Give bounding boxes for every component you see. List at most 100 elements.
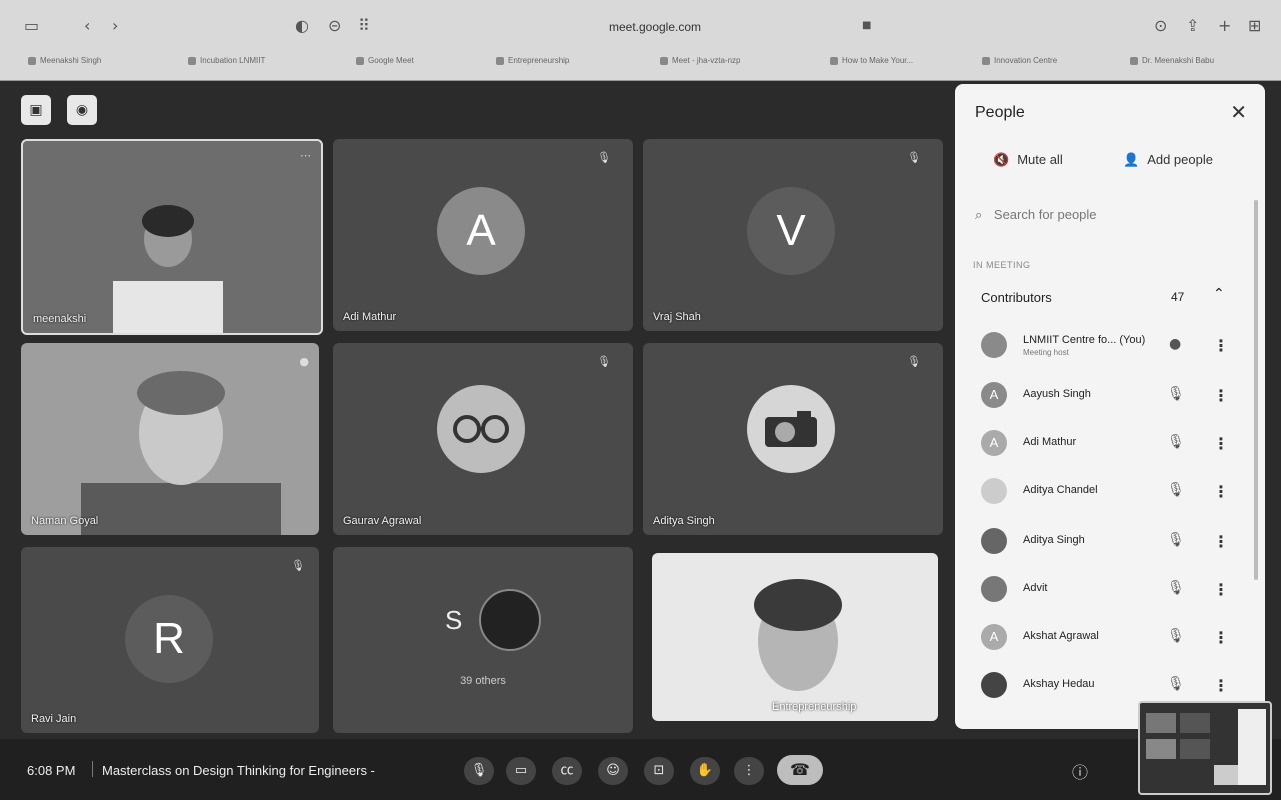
participant-video: [738, 573, 858, 721]
address-bar[interactable]: meet.google.com: [560, 20, 750, 34]
more-icon[interactable]: ⋮: [1213, 628, 1229, 647]
mic-off-icon[interactable]: 🎙: [1167, 676, 1185, 692]
participant-name: Vraj Shah: [653, 311, 701, 323]
info-icon[interactable]: ⓘ: [1072, 759, 1088, 783]
search-box[interactable]: ⌕: [975, 206, 1245, 228]
participant-tile[interactable]: A 🎙 Adi Mathur: [333, 139, 633, 331]
mic-off-icon: 🎙: [597, 355, 611, 368]
participant-tile[interactable]: 🎙 Gaurav Agrawal: [333, 343, 633, 535]
bookmark-item[interactable]: Dr. Meenakshi Babu: [1130, 56, 1214, 65]
mic-off-icon[interactable]: 🎙: [1167, 482, 1185, 498]
camera-indicator-icon: ■: [862, 20, 872, 31]
self-view-thumbnail[interactable]: [1138, 701, 1272, 795]
more-icon[interactable]: ⋯: [300, 149, 311, 162]
chevron-up-icon[interactable]: ⌃: [1213, 286, 1225, 302]
section-label: IN MEETING: [973, 260, 1031, 270]
others-count: 39 others: [460, 675, 506, 687]
participant-tile[interactable]: ● Naman Goyal: [21, 343, 319, 535]
participant-tile[interactable]: 🎙 Aditya Singh: [643, 343, 943, 535]
hangup-icon[interactable]: ☎: [777, 755, 823, 785]
mic-off-icon[interactable]: 🎙: [1167, 434, 1185, 450]
thumb-panel: [1238, 709, 1266, 785]
mic-off-icon[interactable]: 🎙: [1167, 580, 1185, 596]
list-item[interactable]: A Adi Mathur 🎙 ⋮: [955, 422, 1265, 468]
browser-chrome: ▭ ‹ › ◐ ⊝ ⠿ meet.google.com ■ ⊙ ⇪ + ⊞ Me…: [0, 0, 1281, 81]
hand-icon[interactable]: ✋: [690, 757, 720, 785]
more-icon[interactable]: ⋮: [1213, 580, 1229, 599]
mic-icon[interactable]: 🎙: [464, 757, 494, 785]
list-item[interactable]: A Aayush Singh 🎙 ⋮: [955, 374, 1265, 420]
sidebar-icon[interactable]: ▭: [24, 18, 39, 34]
download-icon[interactable]: ⊙: [1154, 18, 1167, 34]
others-tile[interactable]: S 39 others: [333, 547, 633, 733]
participant-tile[interactable]: R 🎙 Ravi Jain: [21, 547, 319, 733]
list-item[interactable]: Aditya Singh 🎙 ⋮: [955, 520, 1265, 566]
panel-scrollbar[interactable]: [1254, 200, 1258, 580]
avatar: A: [981, 624, 1007, 650]
bookmark-item[interactable]: Entrepreneurship: [496, 56, 569, 65]
forward-icon[interactable]: ›: [112, 18, 118, 34]
group-count: 47: [1171, 290, 1185, 304]
contributors-group[interactable]: Contributors 47 ⌃: [955, 280, 1265, 316]
avatar: [981, 332, 1007, 358]
more-icon[interactable]: ⋮: [1213, 482, 1229, 501]
participant-tile[interactable]: meenakshi ⋯: [21, 139, 323, 335]
bookmark-item[interactable]: Meet - jha-vzta-nzp: [660, 56, 740, 65]
add-people-button[interactable]: 👤 Add people: [1123, 152, 1213, 168]
extension-icon[interactable]: ⊝: [328, 18, 341, 34]
avatar: A: [981, 430, 1007, 456]
more-options-icon[interactable]: ●: [1169, 336, 1181, 352]
bookmark-item[interactable]: Innovation Centre: [982, 56, 1057, 65]
mic-off-icon: 🎙: [907, 355, 921, 368]
share-icon[interactable]: ⇪: [1186, 18, 1199, 34]
person-name: Adi Mathur: [1023, 436, 1077, 448]
bookmark-item[interactable]: Incubation LNMIIT: [188, 56, 265, 65]
participant-tile[interactable]: V 🎙 Vraj Shah: [643, 139, 943, 331]
more-icon[interactable]: ⋮: [1213, 336, 1229, 355]
search-input[interactable]: [991, 206, 1216, 223]
thumb-tile: [1180, 739, 1210, 759]
record-icon[interactable]: ◉: [67, 95, 97, 125]
more-icon[interactable]: ⋮: [1213, 676, 1229, 695]
present-icon[interactable]: ⊡: [644, 757, 674, 785]
more-icon[interactable]: ⋮: [734, 757, 764, 785]
camera-off-icon[interactable]: ▣: [21, 95, 51, 125]
shield-icon[interactable]: ◐: [295, 18, 309, 34]
person-name: Akshat Agrawal: [1023, 630, 1099, 642]
participant-tile[interactable]: Entrepreneurship: [652, 553, 938, 721]
list-item[interactable]: Advit 🎙 ⋮: [955, 568, 1265, 614]
avatar: V: [747, 187, 835, 275]
bookmark-item[interactable]: Google Meet: [356, 56, 414, 65]
mic-off-icon[interactable]: 🎙: [1167, 628, 1185, 644]
more-icon[interactable]: ⋮: [1213, 434, 1229, 453]
captions-icon[interactable]: ㏄: [552, 757, 582, 785]
mute-all-button[interactable]: 🔇 Mute all: [993, 152, 1063, 168]
list-item[interactable]: LNMIIT Centre fo... (You) Meeting host ●…: [955, 324, 1265, 370]
avatar: [981, 672, 1007, 698]
mic-off-icon[interactable]: 🎙: [1167, 532, 1185, 548]
close-icon[interactable]: ✕: [1230, 100, 1247, 124]
participant-name: Adi Mathur: [343, 311, 397, 323]
bookmark-item[interactable]: Meenakshi Singh: [28, 56, 101, 65]
camera-icon[interactable]: ▭: [506, 757, 536, 785]
mic-off-icon[interactable]: 🎙: [1167, 386, 1185, 402]
person-role: Meeting host: [1023, 348, 1069, 357]
participant-video: [81, 363, 281, 535]
grid-icon[interactable]: ⠿: [358, 18, 370, 34]
list-item[interactable]: Aditya Chandel 🎙 ⋮: [955, 470, 1265, 516]
emoji-icon[interactable]: ☺: [598, 757, 628, 785]
bookmark-item[interactable]: How to Make Your...: [830, 56, 913, 65]
list-item[interactable]: A Akshat Agrawal 🎙 ⋮: [955, 616, 1265, 662]
browser-toolbar: ▭ ‹ › ◐ ⊝ ⠿ meet.google.com ■ ⊙ ⇪ + ⊞: [0, 8, 1281, 44]
avatar: A: [437, 187, 525, 275]
new-tab-icon[interactable]: +: [1218, 18, 1231, 34]
back-icon[interactable]: ‹: [84, 18, 90, 34]
tab-overview-icon[interactable]: ⊞: [1248, 18, 1261, 34]
more-icon[interactable]: ⋮: [1213, 386, 1229, 405]
divider: [92, 761, 93, 777]
participant-name: Gaurav Agrawal: [343, 515, 422, 527]
more-icon[interactable]: ⋮: [1213, 532, 1229, 551]
control-bar: 6:08 PM Masterclass on Design Thinking f…: [0, 739, 1281, 800]
thumb-tile: [1180, 713, 1210, 733]
mic-off-icon: 🎙: [291, 559, 305, 572]
